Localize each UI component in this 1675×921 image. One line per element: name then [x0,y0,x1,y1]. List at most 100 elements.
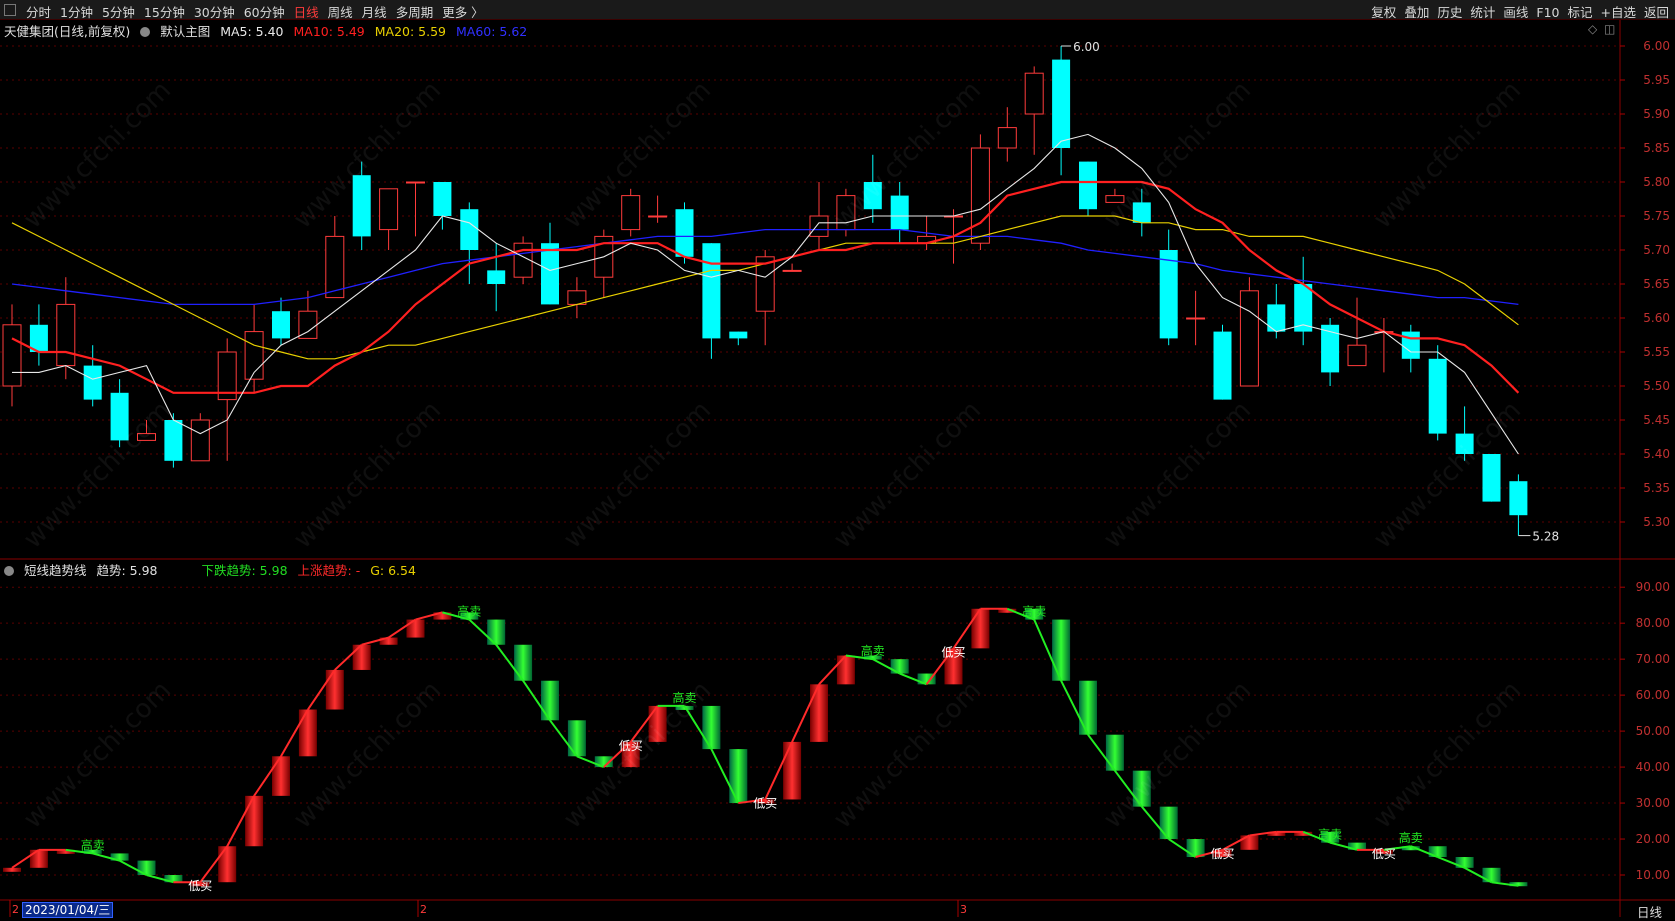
sub-tick-label: 60.00 [1636,688,1670,702]
sub-tick-label: 10.00 [1636,868,1670,882]
candle-down [541,243,559,305]
candle-up [1347,344,1367,367]
candle-up [997,127,1017,149]
sub-tick-label: 70.00 [1636,652,1670,666]
trade-signal-label: 高卖 [1399,830,1423,845]
sub-tick-label: 40.00 [1636,760,1670,774]
sub-tick-label: 50.00 [1636,724,1670,738]
cursor-date: 2023/01/04/三 [22,902,114,918]
low-price-label: 5.28 [1532,530,1559,544]
trade-signal-label: 低买 [753,796,777,810]
candle-up [137,433,156,441]
trend-bar-down [1105,734,1124,771]
candle-up [1105,195,1125,203]
candle-down [675,209,694,257]
candle-down [1455,433,1474,454]
high-price-label: 6.00 [1073,40,1100,54]
trend-bar-down [1079,680,1097,735]
price-tick-label: 5.75 [1643,209,1670,223]
trade-signal-label: 高卖 [457,604,481,619]
trend-bar-up [836,655,855,685]
price-tick-label: 5.55 [1643,345,1670,359]
candle-up [325,235,345,299]
candle-down [1213,331,1232,400]
trend-bar-down [1159,806,1178,840]
month-mark: 2 [12,903,19,916]
trend-bar-up [783,741,802,800]
trend-bar-down [890,659,909,674]
candle-up [970,147,990,244]
candle-up [56,303,76,367]
month-mark: 3 [960,903,967,916]
candle-up [648,215,668,218]
price-tick-label: 5.95 [1643,73,1670,87]
candle-down [164,420,183,461]
price-tick-label: 5.60 [1643,311,1670,325]
price-tick-label: 5.35 [1643,481,1670,495]
price-tick-label: 5.90 [1643,107,1670,121]
trade-signal-label: 低买 [188,879,212,893]
price-tick-label: 5.30 [1643,515,1670,529]
trend-bar-up [218,846,237,883]
trade-signal-label: 高卖 [672,690,696,705]
candle-up [621,195,641,231]
trend-bar-down [137,860,156,876]
period-indicator[interactable]: 日线 [1637,902,1662,921]
candle-down [1079,161,1097,210]
candle-down [1159,250,1178,339]
candle-down [83,365,102,400]
trade-signal-label: 低买 [619,739,643,753]
candle-up [190,419,210,462]
candle-up [1024,72,1044,115]
trade-signal-label: 高卖 [1022,604,1046,619]
price-tick-label: 5.50 [1643,379,1670,393]
price-tick-label: 5.65 [1643,277,1670,291]
trend-bar-down [1052,619,1071,681]
trend-bar-down [1132,770,1151,807]
trend-bar-down [514,644,533,681]
trade-signal-label: 低买 [1372,847,1396,861]
trend-bar-up [406,619,425,638]
kline-chart[interactable]: 5.30 5.35 5.40 5.45 5.50 5.55 5.60 5.65 5.70 5.75… [0,0,1675,917]
trend-bar-down [702,705,721,750]
candle-up [782,269,802,272]
candle-down [487,270,506,284]
trend-bar-up [810,684,828,742]
candle-up [1239,290,1259,387]
sub-tick-label: 30.00 [1636,796,1670,810]
trend-bar-up [245,795,264,847]
candle-up [1186,317,1206,320]
candle-down [433,182,452,216]
candle-up [2,324,22,387]
candle-up [809,215,829,237]
candle-down [352,175,371,237]
candle-down [890,195,909,230]
trend-bar-down [567,720,586,757]
trade-signal-label: 低买 [941,645,965,659]
sub-tick-label: 80.00 [1636,616,1670,630]
month-mark: 2 [420,903,427,916]
price-tick-label: 5.70 [1643,243,1670,257]
price-tick-label: 5.40 [1643,447,1670,461]
trend-bar-up [352,644,371,670]
candle-down [1509,481,1528,516]
trend-bar-up [971,608,990,649]
candle-down [110,392,129,441]
trade-signal-label: 高卖 [81,837,105,852]
candle-up [836,195,856,231]
candle-down [1132,202,1151,223]
price-tick-label: 5.45 [1643,413,1670,427]
price-tick-label: 5.85 [1643,141,1670,155]
trend-bar-up [272,756,290,796]
trend-bar-down [1482,867,1501,883]
candle-down [1267,304,1286,332]
trend-bar-up [648,705,667,742]
trend-bar-up [3,867,21,872]
candle-down [272,311,290,339]
trend-bar-down [729,749,748,804]
trend-bar-up [29,849,48,868]
candle-down [460,209,479,250]
candle-down [1482,454,1501,502]
trade-signal-label: 高卖 [1318,827,1342,842]
candle-down [729,331,748,339]
